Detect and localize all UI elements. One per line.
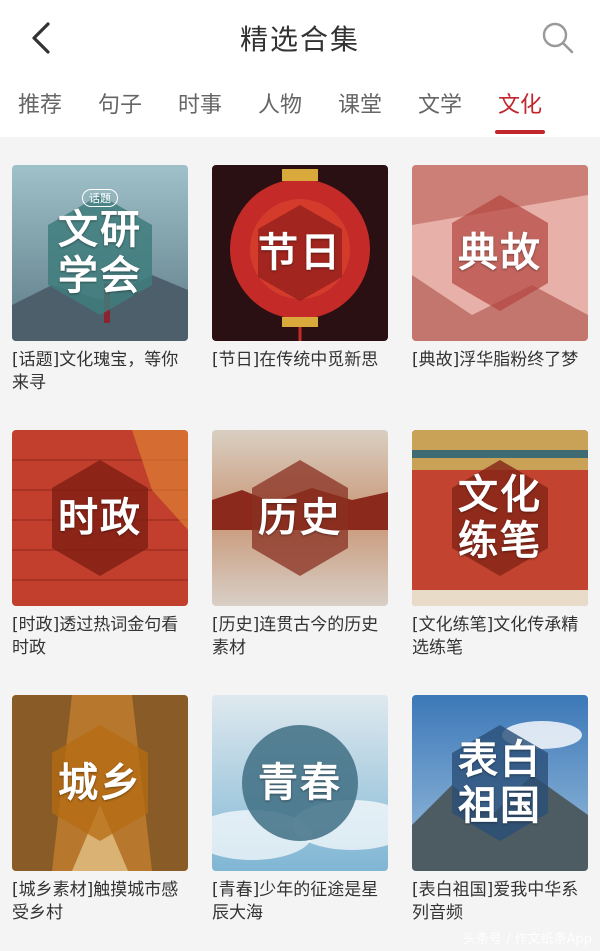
card-thumbnail: 青春: [212, 695, 388, 871]
tab-literature[interactable]: 文学: [400, 87, 480, 119]
thumbnail-title: 表白 祖国: [458, 736, 542, 829]
card-thumbnail: 典故: [412, 165, 588, 341]
collection-card[interactable]: 话题 文研 学会 [话题]文化瑰宝，等你来寻: [12, 165, 188, 395]
card-thumbnail: 表白 祖国: [412, 695, 588, 871]
collection-card[interactable]: 青春 [青春]少年的征途是星辰大海: [212, 695, 388, 925]
thumbnail-title: 时政: [58, 494, 142, 541]
card-thumbnail: 历史: [212, 430, 388, 606]
watermark: 头条号 / 作文纸条App: [462, 932, 592, 947]
card-caption: [典故]浮华脂粉终了梦: [412, 350, 579, 370]
category-tabs: 推荐 句子 时事 人物 课堂 文学 文化: [0, 75, 600, 137]
card-caption: [时政]透过热词金句看时政: [12, 615, 179, 658]
active-tab-indicator: [495, 130, 545, 134]
card-caption: [城乡素材]触摸城市感受乡村: [12, 880, 179, 923]
thumbnail-title: 文化 练笔: [458, 471, 542, 564]
card-thumbnail: 时政: [12, 430, 188, 606]
thumbnail-title: 文研 学会: [58, 206, 142, 299]
collection-card[interactable]: 文化 练笔 [文化练笔]文化传承精选练笔: [412, 430, 588, 660]
collection-card[interactable]: 表白 祖国 [表白祖国]爱我中华系列音频: [412, 695, 588, 925]
card-caption: [话题]文化瑰宝，等你来寻: [12, 350, 179, 393]
card-thumbnail: 城乡: [12, 695, 188, 871]
card-caption: [节日]在传统中觅新思: [212, 350, 379, 370]
collection-grid: 话题 文研 学会 [话题]文化瑰宝，等你来寻 节日 [节日]在传统中觅新思 典故…: [0, 137, 600, 951]
card-caption: [历史]连贯古今的历史素材: [212, 615, 379, 658]
collection-card[interactable]: 城乡 [城乡素材]触摸城市感受乡村: [12, 695, 188, 925]
card-caption: [文化练笔]文化传承精选练笔: [412, 615, 579, 658]
search-icon: [542, 22, 574, 54]
page-title: 精选合集: [239, 23, 360, 56]
top-bar: 精选合集: [0, 0, 600, 75]
thumbnail-title: 历史: [258, 494, 342, 541]
card-caption: [表白祖国]爱我中华系列音频: [412, 880, 579, 923]
search-button[interactable]: [538, 18, 578, 58]
tab-classroom[interactable]: 课堂: [320, 87, 400, 119]
thumbnail-title: 城乡: [58, 759, 142, 806]
card-thumbnail: 话题 文研 学会: [12, 165, 188, 341]
tab-recommend[interactable]: 推荐: [0, 87, 80, 119]
card-caption: [青春]少年的征途是星辰大海: [212, 880, 379, 923]
collection-card[interactable]: 时政 [时政]透过热词金句看时政: [12, 430, 188, 660]
collection-card[interactable]: 典故 [典故]浮华脂粉终了梦: [412, 165, 588, 372]
tab-current-affairs[interactable]: 时事: [160, 87, 240, 119]
thumbnail-title: 典故: [458, 229, 542, 276]
tab-culture[interactable]: 文化: [480, 87, 560, 119]
thumbnail-title: 青春: [258, 759, 342, 806]
thumbnail-title: 节日: [258, 229, 342, 276]
collection-card[interactable]: 历史 [历史]连贯古今的历史素材: [212, 430, 388, 660]
collection-card[interactable]: 节日 [节日]在传统中觅新思: [212, 165, 388, 372]
tab-sentences[interactable]: 句子: [80, 87, 160, 119]
card-thumbnail: 文化 练笔: [412, 430, 588, 606]
tab-people[interactable]: 人物: [240, 87, 320, 119]
card-thumbnail: 节日: [212, 165, 388, 341]
